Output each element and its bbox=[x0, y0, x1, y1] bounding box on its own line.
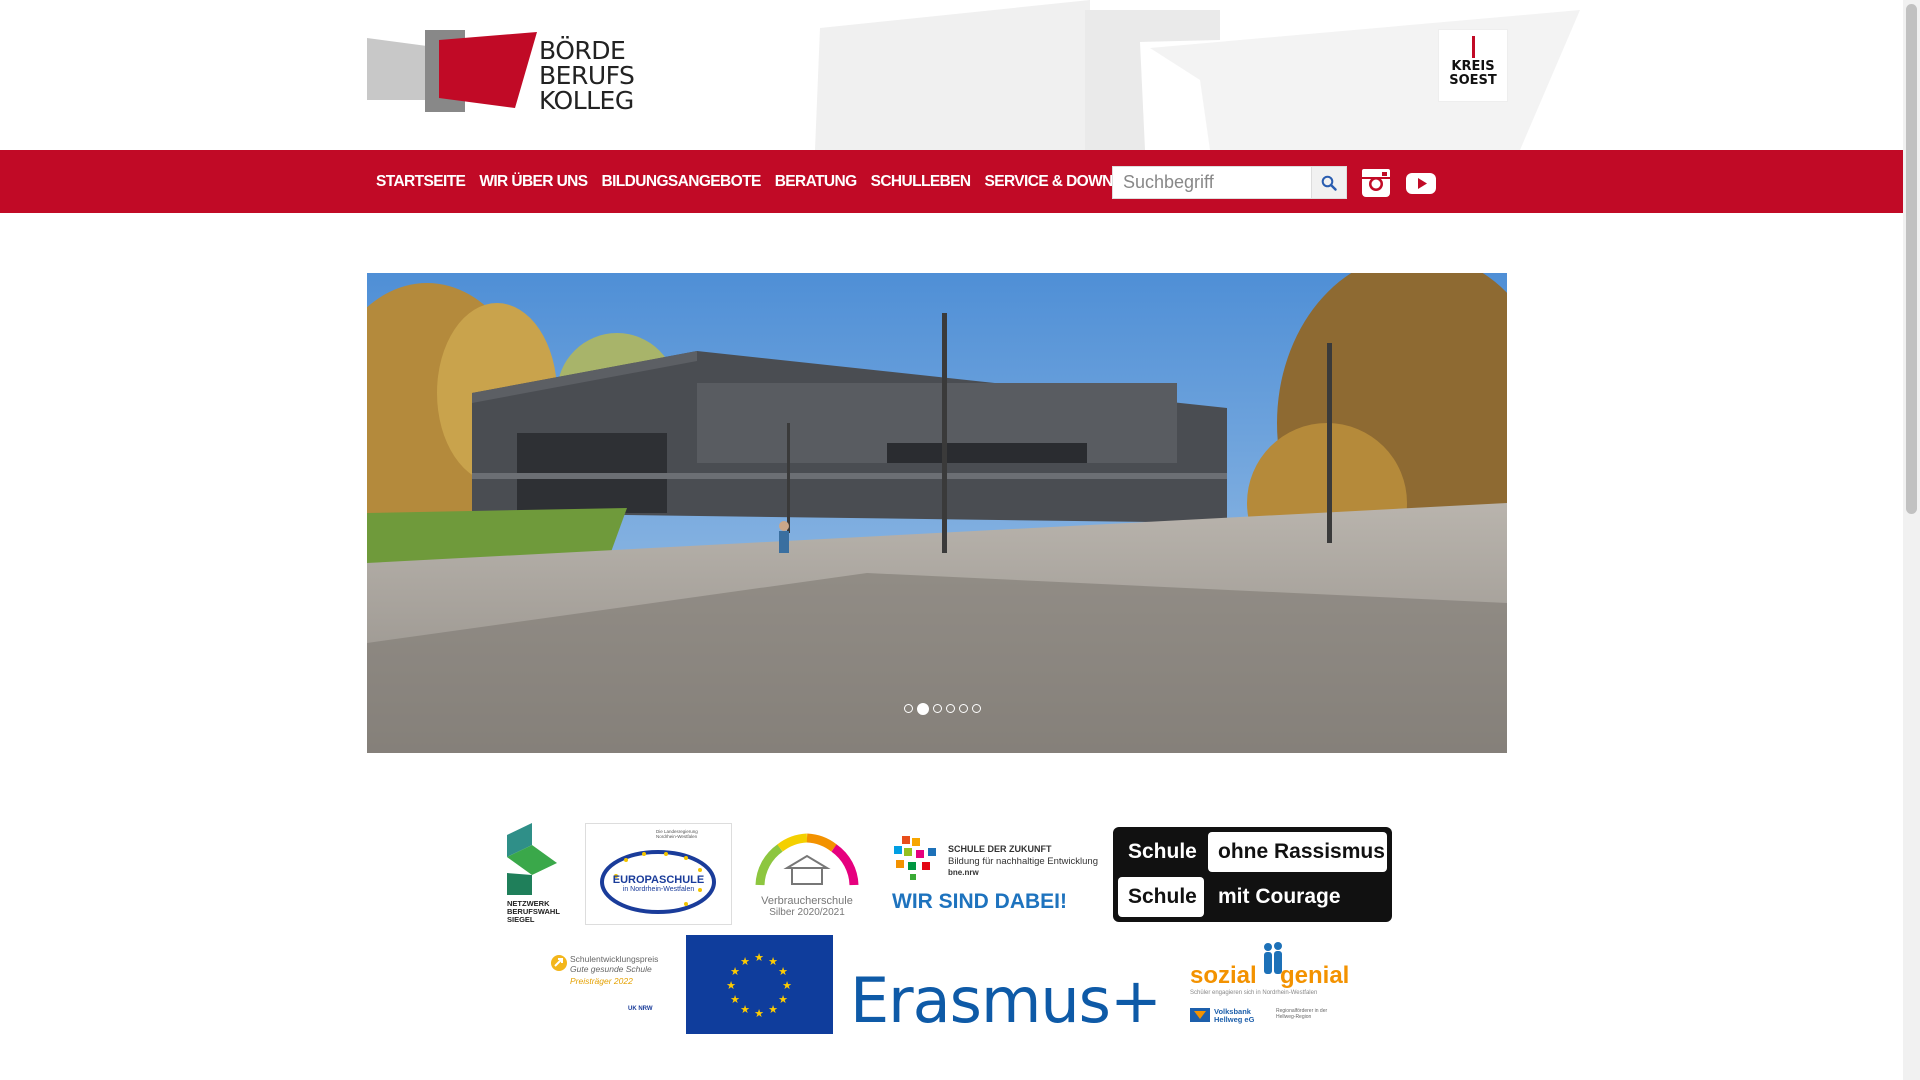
scrollbar-thumb[interactable] bbox=[1906, 4, 1917, 514]
netzwerk-berufswahl-siegel-logo[interactable]: NETZWERK BERUFSWAHL SIEGEL bbox=[507, 823, 577, 925]
search-input[interactable] bbox=[1113, 167, 1311, 198]
schulentwicklungspreis-logo[interactable]: Schulentwicklungspreis Gute gesunde Schu… bbox=[550, 952, 670, 1024]
verbraucherschule-mark bbox=[755, 833, 859, 886]
slider-dot-1[interactable] bbox=[904, 704, 913, 713]
entwicklung-text: Schulentwicklungspreis Gute gesunde Schu… bbox=[570, 954, 659, 986]
hero-image-slider[interactable] bbox=[367, 273, 1507, 753]
rassismus-row2-left: Schule bbox=[1118, 877, 1204, 917]
page: BÖRDE BERUFS KOLLEG KREIS SOEST STARTSEI… bbox=[0, 0, 1903, 1080]
nav-item-schulleben[interactable]: SCHULLEBEN bbox=[871, 173, 972, 191]
svg-text:★: ★ bbox=[754, 951, 764, 964]
rassismus-row2-right: mit Courage bbox=[1218, 885, 1341, 908]
kreis-soest-logo[interactable]: KREIS SOEST bbox=[1439, 30, 1507, 101]
svg-text:★: ★ bbox=[768, 955, 778, 968]
europaschule-logo[interactable]: Die Landesregierung Nordrhein-Westfalen … bbox=[585, 823, 732, 925]
svg-text:★: ★ bbox=[740, 1003, 750, 1016]
site-header: BÖRDE BERUFS KOLLEG KREIS SOEST bbox=[0, 0, 1903, 150]
search-box bbox=[1112, 166, 1347, 199]
eu-stars-icon: ★ ★★ ★★★ ★★★ ★★★ bbox=[726, 951, 792, 1020]
svg-text:★: ★ bbox=[778, 965, 788, 978]
volksbank-text: Volksbank Hellweg eG bbox=[1214, 1007, 1255, 1024]
logo-mark bbox=[367, 30, 537, 112]
svg-text:★: ★ bbox=[730, 993, 740, 1006]
svg-text:★: ★ bbox=[754, 1007, 764, 1020]
volksbank-note: Regionalförderer in der Hellweg-Region bbox=[1276, 1008, 1328, 1020]
kreis-line-2: SOEST bbox=[1449, 73, 1497, 88]
slider-dot-4[interactable] bbox=[946, 704, 955, 713]
vertical-scrollbar[interactable] bbox=[1903, 0, 1920, 1080]
nav-item-wir-ueber-uns[interactable]: WIR ÜBER UNS bbox=[479, 173, 588, 191]
sozialgenial-logo[interactable]: sozial genial Schüler engagieren sich in… bbox=[1190, 942, 1360, 1032]
rassismus-row-2: Schule mit Courage bbox=[1118, 877, 1387, 917]
eu-flag[interactable]: ★ ★ ★ ★ ★ ★ ★ ★ ★ ★ ★ ★ bbox=[686, 935, 833, 1034]
slider-dot-5[interactable] bbox=[959, 704, 968, 713]
arrow-badge-icon bbox=[551, 955, 567, 971]
rassismus-row1-right: ohne Rassismus bbox=[1208, 832, 1387, 872]
logo-text: BÖRDE BERUFS KOLLEG bbox=[539, 36, 635, 115]
europaschule-text: EUROPASCHULE in Nordrhein-Westfalen bbox=[612, 874, 705, 893]
uk-nrw-text: UK NRW bbox=[628, 1006, 653, 1012]
instagram-icon bbox=[1362, 169, 1390, 197]
rassismus-row-1: Schule ohne Rassismus bbox=[1118, 832, 1387, 872]
rassismus-row1-left: Schule bbox=[1128, 840, 1197, 863]
svg-text:★: ★ bbox=[782, 979, 792, 992]
svg-text:★: ★ bbox=[726, 979, 736, 992]
school-building-photo bbox=[367, 273, 1507, 753]
search-button[interactable] bbox=[1311, 167, 1346, 198]
search-icon bbox=[1321, 175, 1337, 191]
zukunft-title: SCHULE DER ZUKUNFT bbox=[948, 844, 1052, 854]
svg-text:★: ★ bbox=[730, 965, 740, 978]
erasmus-plus-wordmark[interactable]: Erasmus+ bbox=[850, 968, 1162, 1034]
slider-dot-2[interactable] bbox=[917, 703, 929, 715]
nav-items: STARTSEITE WIR ÜBER UNS BILDUNGSANGEBOTE… bbox=[376, 150, 1168, 213]
svg-text:★: ★ bbox=[740, 955, 750, 968]
sozial-word: sozial bbox=[1190, 962, 1257, 989]
netzwerk-mark bbox=[507, 823, 557, 895]
europaschule-top-text: Die Landesregierung Nordrhein-Westfalen bbox=[656, 829, 698, 839]
verbraucherschule-text: Verbraucherschule Silber 2020/2021 bbox=[761, 895, 853, 918]
svg-text:★: ★ bbox=[768, 1003, 778, 1016]
svg-text:★: ★ bbox=[778, 993, 788, 1006]
kreis-bar bbox=[1471, 36, 1475, 58]
sozial-subtitle: Schüler engagieren sich in Nordrhein-Wes… bbox=[1190, 990, 1318, 996]
zukunft-mosaic bbox=[894, 836, 936, 880]
zukunft-claim: WIR SIND DABEI! bbox=[892, 890, 1067, 913]
zukunft-sub: Bildung für nachhaltige Entwicklung bbox=[948, 856, 1098, 867]
slider-dot-6[interactable] bbox=[972, 704, 981, 713]
nav-item-bildungsangebote[interactable]: BILDUNGSANGEBOTE bbox=[602, 173, 762, 191]
nav-item-startseite[interactable]: STARTSEITE bbox=[376, 173, 466, 191]
schule-der-zukunft-logo[interactable]: SCHULE DER ZUKUNFT Bildung für nachhalti… bbox=[892, 834, 1098, 919]
kreis-line-1: KREIS bbox=[1451, 59, 1495, 74]
genial-word: genial bbox=[1280, 962, 1350, 989]
youtube-icon bbox=[1406, 173, 1436, 194]
volksbank-icon bbox=[1190, 1008, 1210, 1022]
slider-dot-3[interactable] bbox=[933, 704, 942, 713]
slider-dots bbox=[904, 703, 981, 715]
verbraucherschule-logo[interactable]: Verbraucherschule Silber 2020/2021 bbox=[752, 830, 862, 920]
school-logo[interactable]: BÖRDE BERUFS KOLLEG bbox=[367, 28, 637, 114]
youtube-link[interactable] bbox=[1405, 168, 1437, 198]
nav-item-beratung[interactable]: BERATUNG bbox=[775, 173, 857, 191]
netzwerk-text: NETZWERK BERUFSWAHL SIEGEL bbox=[507, 899, 560, 924]
main-navigation: STARTSEITE WIR ÜBER UNS BILDUNGSANGEBOTE… bbox=[0, 150, 1903, 213]
zukunft-bne: bne.nrw bbox=[948, 868, 979, 877]
schule-ohne-rassismus-logo[interactable]: Schule ohne Rassismus Schule mit Courage bbox=[1113, 827, 1392, 922]
instagram-link[interactable] bbox=[1361, 168, 1393, 198]
